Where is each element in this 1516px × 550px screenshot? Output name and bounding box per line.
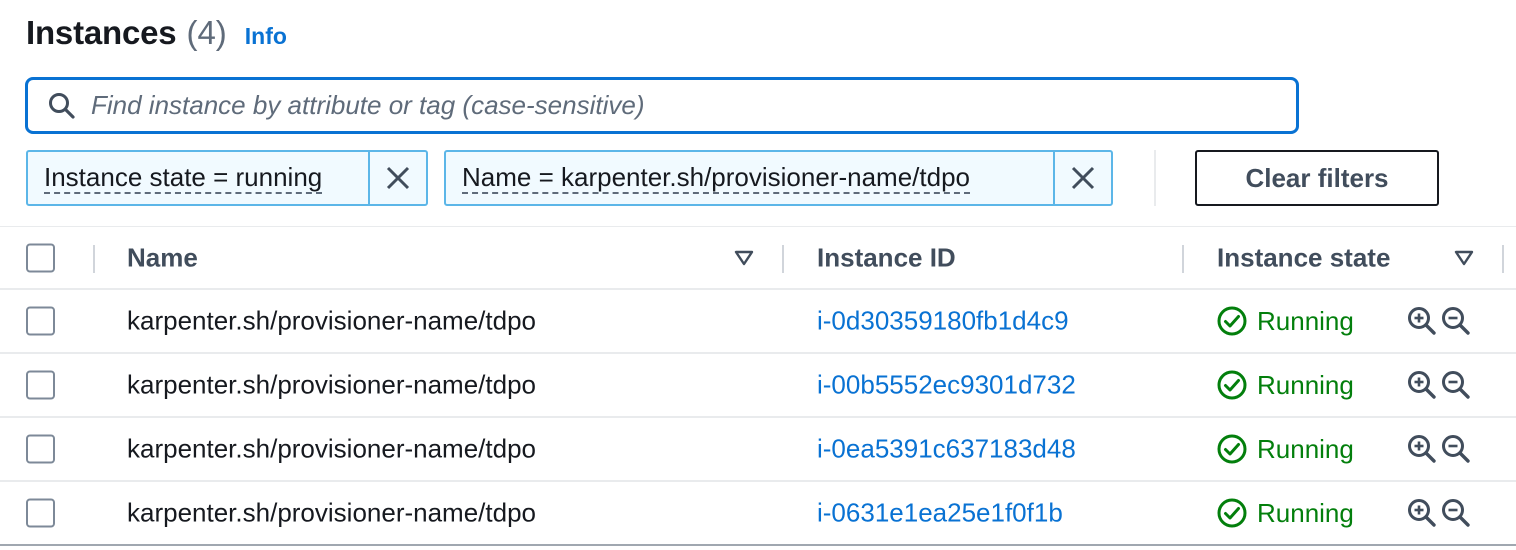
clear-filters-button[interactable]: Clear filters <box>1195 150 1439 206</box>
page-header: Instances (4) Info <box>26 14 287 58</box>
page-title: Instances <box>26 14 177 51</box>
instance-name: karpenter.sh/provisioner-name/tdpo <box>127 497 537 528</box>
instance-name: karpenter.sh/provisioner-name/tdpo <box>127 433 537 464</box>
instance-name: karpenter.sh/provisioner-name/tdpo <box>127 369 537 400</box>
instance-count: (4) <box>186 14 227 51</box>
select-all-checkbox[interactable] <box>26 243 55 272</box>
zoom-in-icon[interactable] <box>1406 497 1438 529</box>
close-icon <box>386 166 410 190</box>
instance-id-link[interactable]: i-0d30359180fb1d4c9 <box>817 306 1069 337</box>
zoom-in-icon[interactable] <box>1406 433 1438 465</box>
search-icon <box>45 89 79 123</box>
row-checkbox[interactable] <box>26 434 55 464</box>
instance-name: karpenter.sh/provisioner-name/tdpo <box>127 305 537 336</box>
filter-token-name[interactable]: Name = karpenter.sh/provisioner-name/tdp… <box>444 150 1113 206</box>
instance-state-label: Running <box>1257 369 1354 400</box>
check-circle-icon <box>1217 370 1247 400</box>
instances-table: Name Instance ID Instance state karpente… <box>0 226 1516 546</box>
instance-id-link[interactable]: i-0ea5391c637183d48 <box>817 434 1076 465</box>
column-header-name[interactable]: Name <box>127 242 198 273</box>
zoom-in-icon[interactable] <box>1406 305 1438 337</box>
filter-divider <box>1154 150 1156 206</box>
filter-token-instance-state[interactable]: Instance state = running <box>26 150 428 206</box>
column-separator[interactable] <box>1502 245 1504 273</box>
zoom-in-icon[interactable] <box>1406 369 1438 401</box>
instance-state: Running <box>1216 369 1354 401</box>
search-bar[interactable] <box>25 77 1299 134</box>
instance-state: Running <box>1216 305 1354 337</box>
sort-down-icon[interactable] <box>733 247 755 269</box>
table-row[interactable]: karpenter.sh/provisioner-name/tdpo i-00b… <box>0 354 1516 418</box>
instance-id-link[interactable]: i-0631e1ea25e1f0f1b <box>817 498 1063 529</box>
filter-token-label[interactable]: Instance state = running <box>44 162 323 194</box>
instance-state: Running <box>1216 433 1354 465</box>
sort-down-icon[interactable] <box>1453 247 1475 269</box>
info-link[interactable]: Info <box>245 23 287 50</box>
table-header: Name Instance ID Instance state <box>0 226 1516 290</box>
filter-token-label[interactable]: Name = karpenter.sh/provisioner-name/tdp… <box>462 162 970 194</box>
instance-state: Running <box>1216 497 1354 529</box>
zoom-out-icon[interactable] <box>1440 433 1472 465</box>
column-separator[interactable] <box>1182 245 1184 273</box>
search-input[interactable] <box>91 80 1296 131</box>
row-checkbox[interactable] <box>26 306 55 336</box>
instance-id-link[interactable]: i-00b5552ec9301d732 <box>817 370 1076 401</box>
instance-state-label: Running <box>1257 433 1354 464</box>
instance-state-label: Running <box>1257 305 1354 336</box>
instance-state-label: Running <box>1257 497 1354 528</box>
close-icon <box>1071 166 1095 190</box>
table-row[interactable]: karpenter.sh/provisioner-name/tdpo i-063… <box>0 482 1516 546</box>
column-header-instance-id[interactable]: Instance ID <box>817 242 956 273</box>
row-checkbox[interactable] <box>26 498 55 528</box>
column-separator[interactable] <box>782 245 784 273</box>
column-separator <box>93 245 95 273</box>
remove-filter-button[interactable] <box>1053 152 1111 204</box>
remove-filter-button[interactable] <box>368 152 426 204</box>
zoom-out-icon[interactable] <box>1440 369 1472 401</box>
zoom-out-icon[interactable] <box>1440 497 1472 529</box>
check-circle-icon <box>1217 434 1247 464</box>
row-checkbox[interactable] <box>26 370 55 400</box>
check-circle-icon <box>1217 498 1247 528</box>
check-circle-icon <box>1217 306 1247 336</box>
zoom-out-icon[interactable] <box>1440 305 1472 337</box>
table-row[interactable]: karpenter.sh/provisioner-name/tdpo i-0d3… <box>0 290 1516 354</box>
table-row[interactable]: karpenter.sh/provisioner-name/tdpo i-0ea… <box>0 418 1516 482</box>
column-header-instance-state[interactable]: Instance state <box>1217 242 1390 273</box>
